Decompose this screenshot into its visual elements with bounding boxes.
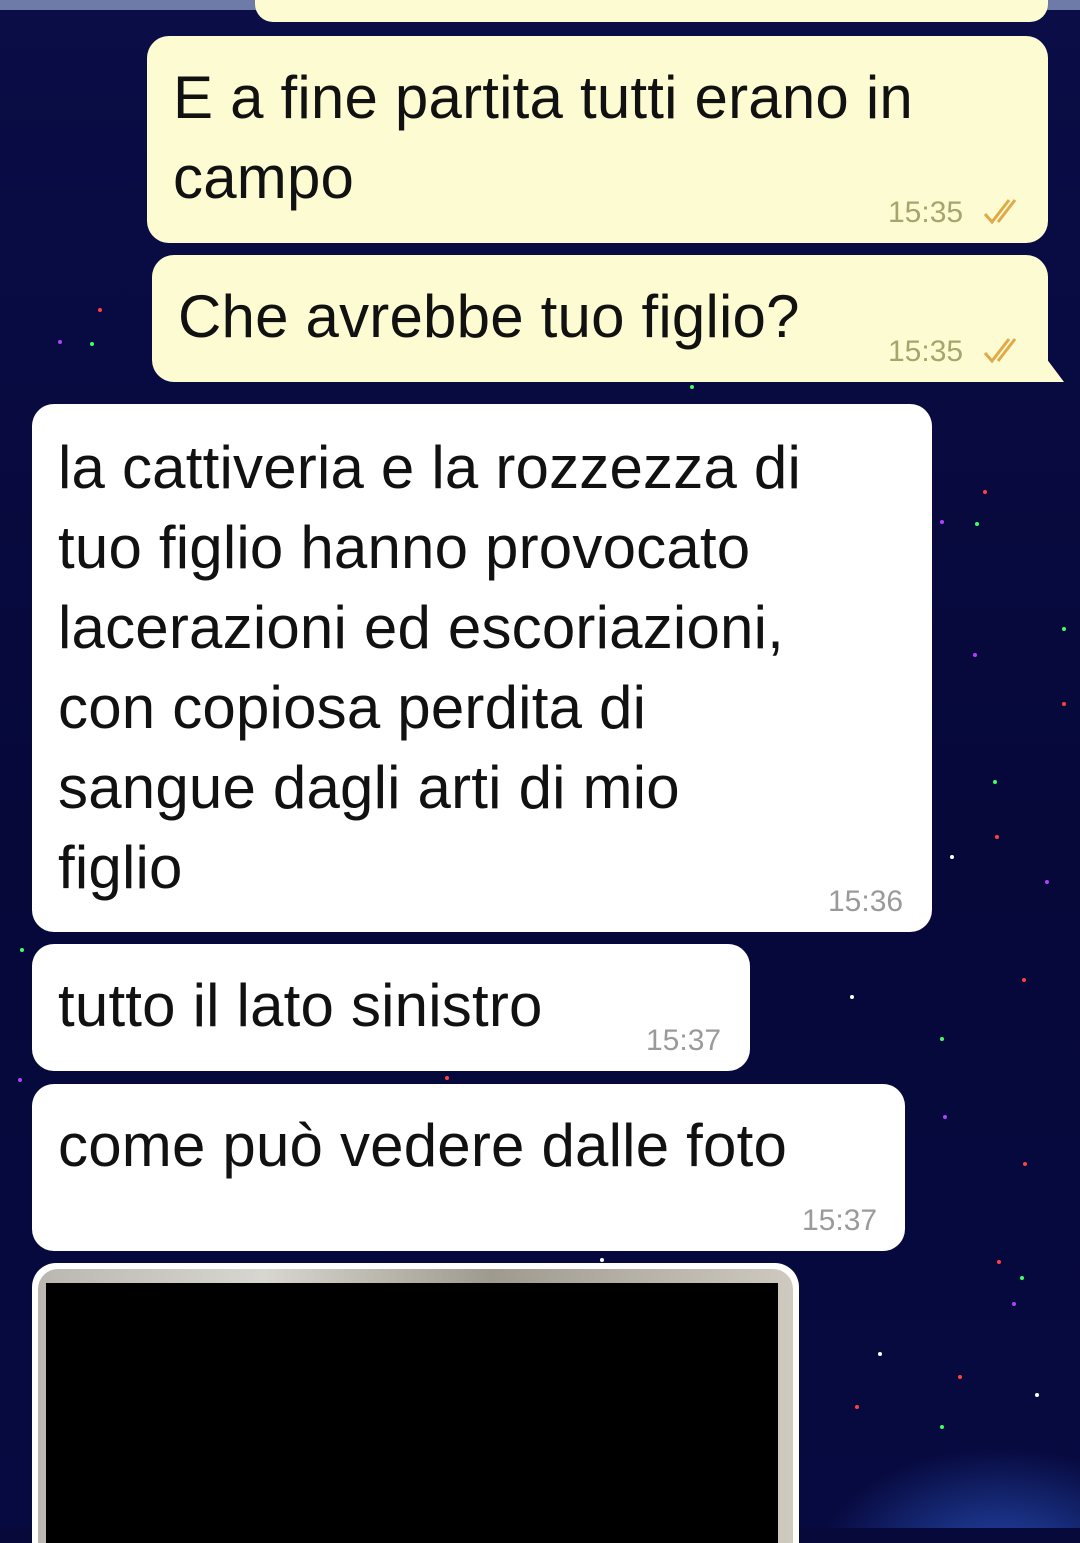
double-check-read-icon [983,338,1017,364]
incoming-photo-message[interactable] [32,1263,799,1543]
incoming-message-bubble[interactable]: tutto il lato sinistro 15:37 [32,944,750,1071]
message-time: 15:35 [888,196,964,229]
message-text: Che avrebbe tuo figlio? [178,283,800,350]
message-time: 15:36 [828,885,904,918]
incoming-message-bubble[interactable]: come può vedere dalle foto 15:37 [32,1084,905,1251]
message-text: come può vedere dalle foto [58,1112,788,1179]
message-text: tutto il lato sinistro [58,972,543,1039]
message-time: 15:35 [888,335,964,368]
redaction-box [46,1283,778,1543]
outgoing-message-bubble[interactable]: E a fine partita tutti erano in campo 15… [147,36,1048,243]
previous-message-bubble[interactable] [255,0,1048,22]
message-text: la cattiveria e la rozzezza di tuo figli… [58,434,801,901]
message-time: 15:37 [646,1024,722,1057]
message-text: E a fine partita tutti erano in campo [173,64,913,211]
outgoing-message-bubble[interactable]: Che avrebbe tuo figlio? 15:35 [152,255,1048,382]
incoming-message-bubble[interactable]: la cattiveria e la rozzezza di tuo figli… [32,404,932,932]
message-time: 15:37 [802,1204,878,1237]
double-check-read-icon [983,199,1017,225]
